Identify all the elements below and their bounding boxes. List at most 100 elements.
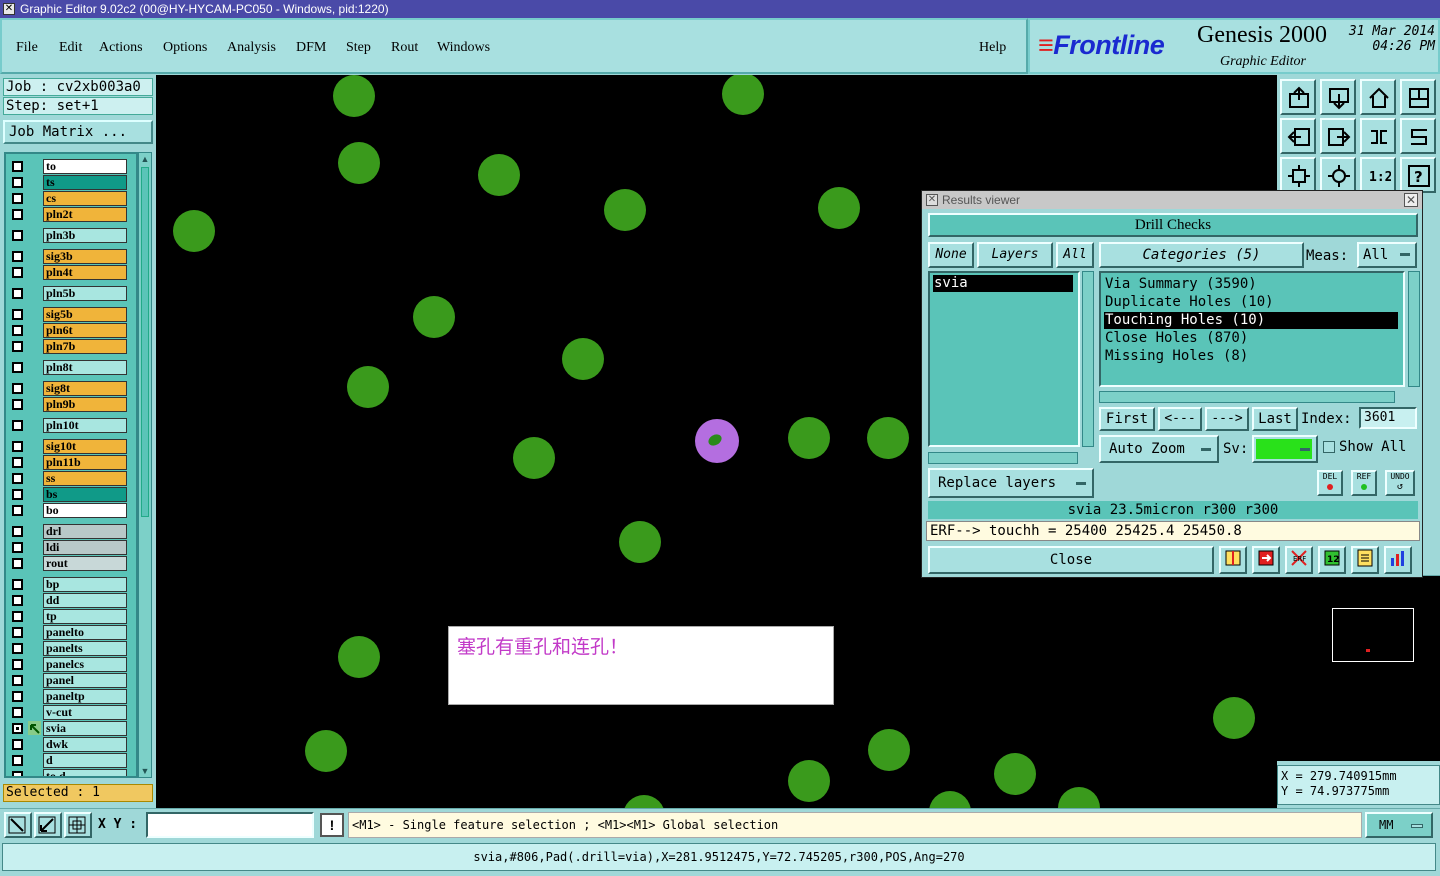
- layer-name[interactable]: pln3b: [43, 228, 127, 243]
- menu-edit[interactable]: Edit: [59, 40, 82, 56]
- layer-name[interactable]: sig5b: [43, 307, 127, 322]
- layer-name[interactable]: pln6t: [43, 323, 127, 338]
- layer-row[interactable]: sig10t: [8, 438, 128, 454]
- layer-name[interactable]: pln8t: [43, 360, 127, 375]
- layer-checkbox[interactable]: [12, 325, 23, 336]
- grid-mode-icon[interactable]: [64, 812, 92, 838]
- via-pad[interactable]: [1213, 697, 1255, 739]
- measure-icon[interactable]: [1219, 546, 1247, 574]
- layer-checkbox[interactable]: [12, 675, 23, 686]
- layer-name[interactable]: ts: [43, 175, 127, 190]
- via-pad[interactable]: [619, 521, 661, 563]
- show-all-checkbox[interactable]: [1323, 441, 1335, 453]
- via-pad[interactable]: [604, 189, 646, 231]
- layer-checkbox[interactable]: [12, 399, 23, 410]
- layer-name[interactable]: to.d: [43, 769, 127, 776]
- scroll-down-arrow-icon[interactable]: ▼: [139, 765, 151, 777]
- via-pad[interactable]: [513, 437, 555, 479]
- via-pad[interactable]: [173, 210, 215, 252]
- menu-file[interactable]: File: [16, 40, 38, 56]
- alert-icon[interactable]: !: [320, 813, 344, 837]
- layer-row[interactable]: pln2t: [8, 206, 128, 222]
- layer-name[interactable]: v-cut: [43, 705, 127, 720]
- categories-button[interactable]: Categories (5): [1099, 242, 1304, 268]
- layer-row[interactable]: bp: [8, 576, 128, 592]
- next-button[interactable]: --->: [1205, 407, 1249, 431]
- layer-checkbox[interactable]: [12, 383, 23, 394]
- layer-checkbox[interactable]: [12, 267, 23, 278]
- layer-row[interactable]: dwk: [8, 736, 128, 752]
- layer-list-scrollbar[interactable]: ▲ ▼: [138, 152, 152, 778]
- layer-row[interactable]: pln3b: [8, 227, 128, 243]
- via-pad[interactable]: [623, 795, 665, 808]
- layer-name[interactable]: cs: [43, 191, 127, 206]
- layer-name[interactable]: bo: [43, 503, 127, 518]
- via-pad[interactable]: [868, 729, 910, 771]
- dialog-icon[interactable]: ✕: [926, 194, 938, 206]
- layer-name[interactable]: bp: [43, 577, 127, 592]
- toolbar-icon-7[interactable]: [1360, 118, 1396, 154]
- layer-checkbox[interactable]: [12, 193, 23, 204]
- menu-options[interactable]: Options: [163, 40, 207, 56]
- layer-row[interactable]: pln8t: [8, 359, 128, 375]
- layer-checkbox[interactable]: [12, 473, 23, 484]
- layer-row[interactable]: d: [8, 752, 128, 768]
- meas-dropdown[interactable]: All: [1357, 242, 1417, 268]
- via-pad[interactable]: [478, 154, 520, 196]
- menu-dfm[interactable]: DFM: [296, 40, 326, 56]
- layer-checkbox[interactable]: [12, 771, 23, 776]
- layer-row[interactable]: ldi: [8, 539, 128, 555]
- layer-row[interactable]: pln9b: [8, 396, 128, 412]
- layer-name[interactable]: paneltp: [43, 689, 127, 704]
- layer-name[interactable]: tp: [43, 609, 127, 624]
- via-pad[interactable]: [867, 417, 909, 459]
- layer-name[interactable]: pln11b: [43, 455, 127, 470]
- layer-row[interactable]: pln5b: [8, 285, 128, 301]
- layer-checkbox[interactable]: [12, 739, 23, 750]
- scroll-up-arrow-icon[interactable]: ▲: [139, 153, 151, 165]
- via-pad[interactable]: [788, 760, 830, 802]
- layer-name[interactable]: drl: [43, 524, 127, 539]
- layer-checkbox[interactable]: [12, 723, 23, 734]
- via-pad[interactable]: [722, 75, 764, 115]
- layer-name[interactable]: pln4t: [43, 265, 127, 280]
- via-pad[interactable]: [338, 636, 380, 678]
- snap-mode-icon[interactable]: [34, 812, 62, 838]
- layer-row[interactable]: sig5b: [8, 306, 128, 322]
- layer-name[interactable]: ss: [43, 471, 127, 486]
- toolbar-icon-4[interactable]: [1400, 79, 1436, 115]
- export-icon[interactable]: [1252, 546, 1280, 574]
- category-item[interactable]: Duplicate Holes (10): [1104, 294, 1398, 311]
- category-item[interactable]: Close Holes (870): [1104, 330, 1398, 347]
- layer-name[interactable]: pln2t: [43, 207, 127, 222]
- layer-row[interactable]: panelcs: [8, 656, 128, 672]
- job-matrix-button[interactable]: Job Matrix ...: [3, 120, 153, 144]
- first-button[interactable]: First: [1099, 407, 1155, 431]
- layer-result-hscrollbar[interactable]: [928, 452, 1078, 464]
- layer-checkbox[interactable]: [12, 707, 23, 718]
- layer-row[interactable]: to.d: [8, 768, 128, 776]
- category-item-selected[interactable]: Touching Holes (10): [1104, 312, 1398, 329]
- erf-disabled-icon[interactable]: ERF: [1285, 546, 1313, 574]
- layer-name[interactable]: panel: [43, 673, 127, 688]
- toolbar-icon-8[interactable]: [1400, 118, 1436, 154]
- layer-name[interactable]: panelcs: [43, 657, 127, 672]
- layer-name[interactable]: sig3b: [43, 249, 127, 264]
- layer-name[interactable]: d: [43, 753, 127, 768]
- minimap[interactable]: [1277, 575, 1440, 761]
- via-pad[interactable]: [994, 753, 1036, 795]
- layer-result-scrollbar[interactable]: [1082, 271, 1094, 447]
- layer-row[interactable]: panelts: [8, 640, 128, 656]
- layer-row[interactable]: paneltp: [8, 688, 128, 704]
- category-item[interactable]: Via Summary (3590): [1104, 276, 1398, 293]
- layer-row[interactable]: pln7b: [8, 338, 128, 354]
- xy-input[interactable]: [146, 812, 314, 838]
- layer-name[interactable]: bs: [43, 487, 127, 502]
- layer-name[interactable]: dwk: [43, 737, 127, 752]
- select-mode-icon[interactable]: [4, 812, 32, 838]
- menu-step[interactable]: Step: [346, 40, 371, 56]
- layer-result-list[interactable]: svia: [928, 271, 1080, 447]
- layer-checkbox[interactable]: [12, 441, 23, 452]
- category-scrollbar[interactable]: [1408, 271, 1420, 387]
- layer-checkbox[interactable]: [12, 526, 23, 537]
